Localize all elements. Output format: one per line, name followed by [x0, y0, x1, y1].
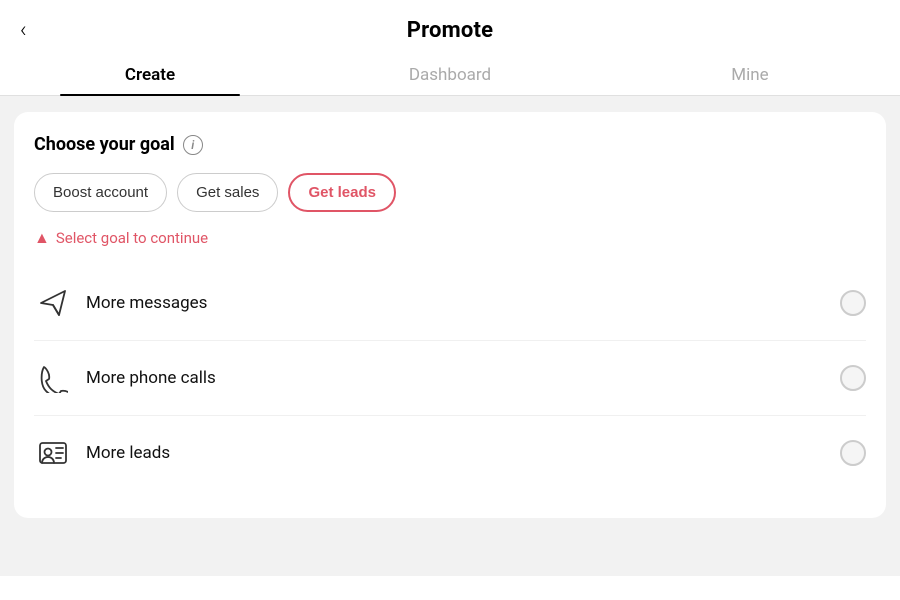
- header: ‹ Promote: [0, 0, 900, 53]
- option-leads-label: More leads: [86, 443, 840, 463]
- back-button[interactable]: ‹: [20, 20, 27, 42]
- info-icon[interactable]: i: [183, 135, 203, 155]
- boost-account-button[interactable]: Boost account: [34, 173, 167, 212]
- messages-icon: [34, 284, 72, 322]
- get-leads-button[interactable]: Get leads: [288, 173, 396, 212]
- tabs-container: Create Dashboard Mine: [0, 53, 900, 96]
- option-phone-label: More phone calls: [86, 368, 840, 388]
- main-card: Choose your goal i Boost account Get sal…: [14, 112, 886, 518]
- warning-text: Select goal to continue: [56, 229, 208, 247]
- phone-container: ‹ Promote Create Dashboard Mine Choose y…: [0, 0, 900, 600]
- goal-title: Choose your goal: [34, 134, 175, 155]
- page-title: Promote: [407, 18, 494, 43]
- option-more-leads[interactable]: More leads: [34, 416, 866, 490]
- options-list: More messages More phone calls: [34, 266, 866, 490]
- leads-icon: [34, 434, 72, 472]
- get-sales-button[interactable]: Get sales: [177, 173, 278, 212]
- option-more-phone-calls[interactable]: More phone calls: [34, 341, 866, 416]
- tab-mine[interactable]: Mine: [600, 53, 900, 95]
- option-leads-radio[interactable]: [840, 440, 866, 466]
- option-more-messages[interactable]: More messages: [34, 266, 866, 341]
- option-phone-radio[interactable]: [840, 365, 866, 391]
- tab-create[interactable]: Create: [0, 53, 300, 95]
- goal-buttons: Boost account Get sales Get leads: [34, 173, 866, 212]
- goal-header: Choose your goal i: [34, 134, 866, 155]
- option-messages-label: More messages: [86, 293, 840, 313]
- content-area: Choose your goal i Boost account Get sal…: [0, 96, 900, 576]
- tab-dashboard[interactable]: Dashboard: [300, 53, 600, 95]
- option-messages-radio[interactable]: [840, 290, 866, 316]
- warning-message: ▲ Select goal to continue: [34, 228, 866, 248]
- phone-icon: [34, 359, 72, 397]
- warning-icon: ▲: [34, 228, 50, 248]
